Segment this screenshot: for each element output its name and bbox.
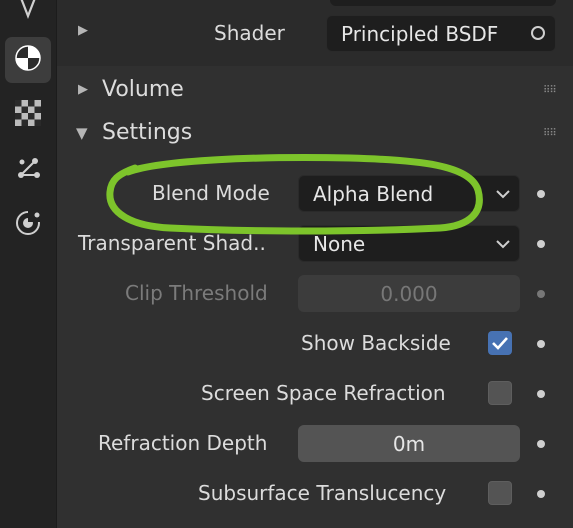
animate-property-dot[interactable] [537,490,545,498]
clip-threshold-value: 0.000 [380,281,438,306]
expand-triangle-icon[interactable]: ▶ [78,23,88,38]
object-data-icon [13,0,43,26]
drag-grip-icon[interactable]: ⠿⠿ [543,128,557,139]
chevron-down-icon [495,184,511,208]
tab-particles[interactable] [5,147,51,193]
checkmark-icon [492,337,508,350]
volume-panel-header[interactable]: ▶ Volume ⠿⠿ [57,72,573,110]
material-icon [13,43,43,77]
clip-threshold-label: Clip Threshold [125,281,268,305]
transparent-shadow-dropdown[interactable]: None [298,225,520,262]
clip-threshold-field[interactable]: 0.000 [298,275,520,312]
tab-texture[interactable] [5,92,51,138]
blend-mode-value: Alpha Blend [313,181,434,206]
animate-property-dot[interactable] [537,440,545,448]
animate-property-dot[interactable] [537,390,545,398]
shader-label: Shader [214,21,285,45]
physics-icon [13,208,43,242]
show-backside-label: Show Backside [301,331,451,355]
screen-space-refraction-row: Screen Space Refraction [57,374,573,412]
settings-title: Settings [102,120,193,145]
animate-property-dot[interactable] [537,190,545,198]
animate-property-dot[interactable] [537,240,545,248]
transparent-shadow-row: Transparent Shad.. None [57,224,573,262]
subsurface-translucency-label: Subsurface Translucency [198,481,447,505]
refraction-depth-row: Refraction Depth 0m [57,424,573,462]
drag-grip-icon[interactable]: ⠿⠿ [543,85,557,96]
screen-space-refraction-checkbox[interactable] [488,381,512,405]
shader-selector[interactable]: Principled BSDF [326,15,556,52]
volume-title: Volume [102,77,184,102]
transparent-shadow-label: Transparent Shad.. [78,231,266,255]
blend-mode-dropdown[interactable]: Alpha Blend [298,175,520,212]
shader-value: Principled BSDF [341,21,499,46]
subsurface-translucency-checkbox[interactable] [488,481,512,505]
animate-property-dot[interactable] [537,290,545,298]
blend-mode-row: Blend Mode Alpha Blend [57,174,573,212]
tab-object-data[interactable] [5,0,51,32]
tab-physics[interactable] [5,202,51,248]
show-backside-row: Show Backside [57,324,573,362]
previous-field-edge [330,0,556,6]
transparent-shadow-value: None [313,231,366,256]
particles-icon [13,153,43,187]
blend-mode-label: Blend Mode [152,181,270,205]
refraction-depth-value: 0m [392,431,426,456]
texture-icon [14,99,42,131]
settings-panel-header[interactable]: ▼ Settings ⠿⠿ [57,115,573,153]
clip-threshold-row: Clip Threshold 0.000 [57,274,573,312]
properties-tab-bar [0,0,57,528]
expand-triangle-icon: ▼ [76,124,88,142]
show-backside-checkbox[interactable] [488,331,512,355]
shader-row: ▶ Shader Principled BSDF [57,14,573,54]
chevron-down-icon [495,234,511,258]
refraction-depth-field[interactable]: 0m [298,425,520,462]
animate-property-dot[interactable] [537,340,545,348]
refraction-depth-label: Refraction Depth [98,431,268,455]
tab-material[interactable] [5,37,51,83]
node-socket-icon [531,26,545,40]
subsurface-translucency-row: Subsurface Translucency [57,474,573,512]
collapse-triangle-icon: ▶ [78,82,88,97]
screen-space-refraction-label: Screen Space Refraction [201,381,446,405]
